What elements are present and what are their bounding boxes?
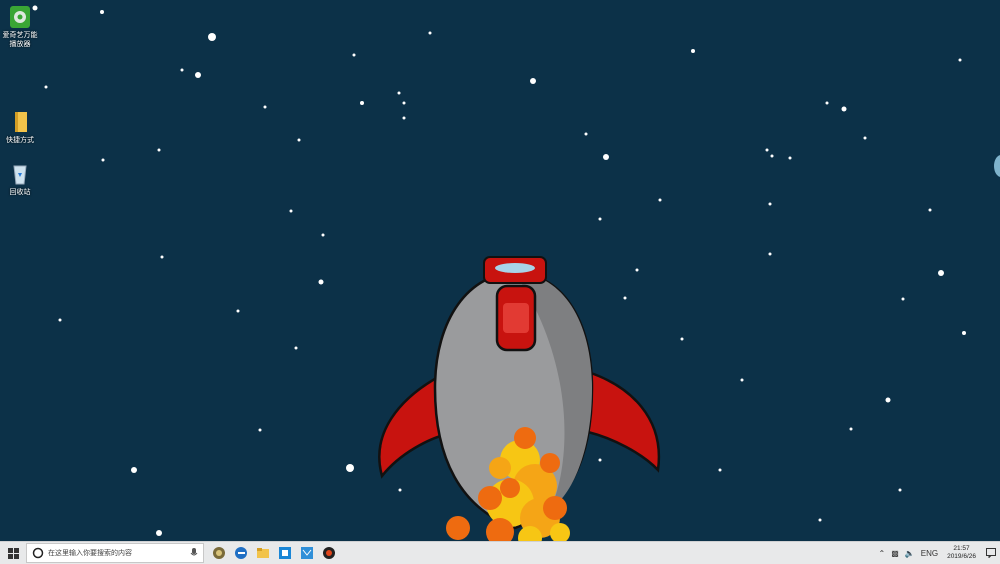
folder-icon [9, 110, 31, 134]
star [102, 159, 105, 162]
star [585, 133, 588, 136]
star [741, 379, 744, 382]
volume-icon[interactable]: 🔈 [905, 549, 915, 558]
mail-icon [300, 546, 314, 560]
star [295, 347, 298, 350]
star [195, 72, 201, 78]
clock[interactable]: 21:57 2019/6/26 [947, 545, 976, 561]
star [158, 149, 161, 152]
search-placeholder: 在这里输入你要搜索的内容 [48, 548, 190, 558]
star [353, 54, 356, 57]
star [902, 298, 905, 301]
recycle-bin-icon [9, 162, 31, 186]
taskbar-app-cortana[interactable] [208, 542, 230, 564]
star [938, 270, 944, 276]
media-player-icon [9, 5, 31, 29]
star [681, 338, 684, 341]
star [886, 398, 891, 403]
star [429, 32, 432, 35]
star [719, 469, 722, 472]
star [319, 280, 324, 285]
star [156, 530, 162, 536]
notification-icon [986, 548, 996, 558]
star [403, 117, 406, 120]
desktop-icon-media-player[interactable]: 爱奇艺万能播放器 [0, 5, 40, 49]
star [290, 210, 293, 213]
star [864, 137, 867, 140]
star [789, 157, 792, 160]
desktop-icon-shortcut[interactable]: 快捷方式 [0, 110, 40, 145]
taskbar-app-recorder[interactable] [318, 542, 340, 564]
star [769, 203, 772, 206]
star [100, 10, 104, 14]
star [45, 86, 48, 89]
star [259, 429, 262, 432]
star [360, 101, 364, 105]
search-input[interactable]: 在这里输入你要搜索的内容 [26, 543, 204, 563]
star [398, 92, 401, 95]
star [530, 78, 536, 84]
chevron-up-icon[interactable]: ⌃ [879, 549, 886, 558]
network-icon[interactable]: ▩ [891, 549, 899, 558]
star [237, 310, 240, 313]
star [691, 49, 695, 53]
star [899, 489, 902, 492]
star [766, 149, 769, 152]
star [208, 33, 216, 41]
star [346, 464, 354, 472]
cortana-circle-icon [32, 547, 44, 559]
clock-time: 21:57 [947, 545, 976, 553]
star [599, 218, 602, 221]
language-indicator[interactable]: ENG [921, 549, 938, 558]
star [962, 331, 966, 335]
star [842, 107, 847, 112]
edge-icon [234, 546, 248, 560]
star [131, 467, 137, 473]
rocket-illustration [360, 248, 670, 541]
start-button[interactable] [0, 542, 26, 564]
star [929, 209, 932, 212]
star [769, 253, 772, 256]
microphone-icon[interactable] [190, 548, 198, 558]
star [826, 102, 829, 105]
cortana-icon [212, 546, 226, 560]
windows-icon [8, 548, 19, 559]
taskbar: 在这里输入你要搜索的内容 ⌃ ▩ 🔈 ENG 21:57 2019/6/26 [0, 541, 1000, 564]
taskbar-app-mail[interactable] [296, 542, 318, 564]
desktop-icon-recycle-bin[interactable]: 回收站 [0, 162, 40, 197]
star [264, 106, 267, 109]
star [59, 319, 62, 322]
star [850, 428, 853, 431]
star [298, 139, 301, 142]
system-tray: ⌃ ▩ 🔈 ENG 21:57 2019/6/26 [876, 542, 1000, 564]
star [959, 59, 962, 62]
store-icon [278, 546, 292, 560]
taskbar-app-store[interactable] [274, 542, 296, 564]
star [659, 199, 662, 202]
desktop-icon-label: 回收站 [0, 188, 40, 197]
star [181, 69, 184, 72]
star [161, 256, 164, 259]
recorder-icon [322, 546, 336, 560]
star [819, 519, 822, 522]
desktop: 爱奇艺万能播放器 快捷方式 回收站 [0, 0, 1000, 541]
taskbar-app-file-explorer[interactable] [252, 542, 274, 564]
file-explorer-icon [256, 546, 270, 560]
action-center-button[interactable] [982, 542, 1000, 564]
desktop-icon-label: 快捷方式 [0, 136, 40, 145]
star [403, 102, 406, 105]
taskbar-app-edge[interactable] [230, 542, 252, 564]
star [771, 155, 774, 158]
star [603, 154, 609, 160]
star [322, 234, 325, 237]
clock-date: 2019/6/26 [947, 553, 976, 561]
desktop-icon-label: 爱奇艺万能播放器 [0, 31, 40, 49]
